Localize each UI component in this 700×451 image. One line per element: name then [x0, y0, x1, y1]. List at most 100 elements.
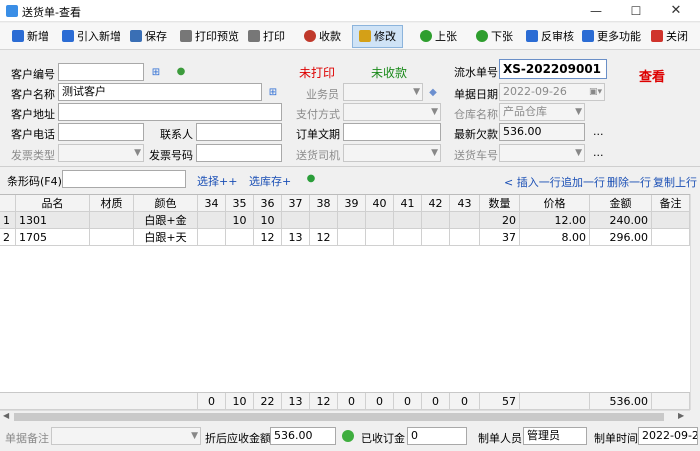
col-size37-header[interactable]: 37 [282, 195, 310, 212]
cell-size43[interactable] [450, 229, 480, 246]
received-input[interactable]: 0 [407, 427, 467, 445]
close-button[interactable]: 关闭 [651, 26, 688, 47]
warehouse-select[interactable]: 产品仓库 ▼ [499, 103, 585, 121]
col-name-header[interactable]: 品名 [16, 195, 90, 212]
customer-phone-input[interactable] [58, 123, 144, 141]
select-product-link[interactable]: 选择++ [197, 173, 237, 189]
import-add-button[interactable]: 引入新增 [62, 26, 121, 47]
cell-amount[interactable]: 240.00 [590, 212, 652, 229]
order-no-input[interactable] [343, 123, 441, 141]
col-qty-header[interactable]: 数量 [480, 195, 520, 212]
cell-size37[interactable] [282, 212, 310, 229]
col-size40-header[interactable]: 40 [366, 195, 394, 212]
customer-info-icon[interactable]: ● [175, 66, 187, 77]
cell-size38[interactable]: 12 [310, 229, 338, 246]
lookup-name-icon[interactable]: ⊞ [267, 87, 279, 98]
col-color-header[interactable]: 颜色 [134, 195, 198, 212]
cell-size38[interactable] [310, 212, 338, 229]
col-size35-header[interactable]: 35 [226, 195, 254, 212]
invoice-type-select[interactable]: ▼ [58, 144, 144, 162]
cell-size41[interactable] [394, 212, 422, 229]
cell-note[interactable] [652, 229, 690, 246]
close-window-button[interactable]: ✕ [660, 0, 692, 22]
serial-input[interactable]: XS-202209001 [499, 59, 607, 79]
copy-row-link[interactable]: 复制上行 [653, 174, 697, 190]
col-size38-header[interactable]: 38 [310, 195, 338, 212]
grid-vertical-scrollbar[interactable] [690, 194, 700, 410]
cell-size41[interactable] [394, 229, 422, 246]
print-button[interactable]: 打印 [248, 26, 285, 47]
table-row[interactable]: 1 1301 白跟+金 10 10 20 12.00 240.00 [0, 212, 690, 229]
car-more-button[interactable]: ... [593, 146, 604, 159]
lookup-customer-icon[interactable]: ⊞ [150, 67, 162, 78]
cell-size34[interactable] [198, 229, 226, 246]
cell-size39[interactable] [338, 229, 366, 246]
col-note-header[interactable]: 备注 [652, 195, 690, 212]
car-select[interactable]: ▼ [499, 144, 585, 162]
receivable-input[interactable]: 536.00 [270, 427, 336, 445]
cell-material[interactable] [90, 212, 134, 229]
minimize-button[interactable]: — [580, 0, 612, 22]
salesman-select[interactable]: ▼ [343, 83, 423, 101]
col-price-header[interactable]: 价格 [520, 195, 590, 212]
print-preview-button[interactable]: 打印预览 [180, 26, 239, 47]
cell-size37[interactable]: 13 [282, 229, 310, 246]
append-row-link[interactable]: 追加一行 [561, 174, 605, 190]
scroll-thumb[interactable] [14, 413, 664, 421]
cell-name[interactable]: 1301 [16, 212, 90, 229]
cell-note[interactable] [652, 212, 690, 229]
add-button[interactable]: 新增 [12, 26, 49, 47]
delete-row-link[interactable]: 删除一行 [607, 174, 651, 190]
col-amount-header[interactable]: 金额 [590, 195, 652, 212]
edit-button[interactable]: 修改 [352, 25, 403, 48]
cell-price[interactable]: 8.00 [520, 229, 590, 246]
col-size41-header[interactable]: 41 [394, 195, 422, 212]
col-size34-header[interactable]: 34 [198, 195, 226, 212]
col-size43-header[interactable]: 43 [450, 195, 480, 212]
col-size42-header[interactable]: 42 [422, 195, 450, 212]
debt-more-button[interactable]: ... [593, 125, 604, 138]
grid-horizontal-scrollbar[interactable]: ◀ ▶ [0, 410, 690, 422]
remark-select[interactable]: ▼ [51, 427, 201, 445]
payment-select[interactable]: ▼ [343, 103, 441, 121]
cell-color[interactable]: 白跟+金 [134, 212, 198, 229]
cell-size36[interactable]: 12 [254, 229, 282, 246]
cell-price[interactable]: 12.00 [520, 212, 590, 229]
barcode-input[interactable] [62, 170, 186, 188]
cell-size35[interactable] [226, 229, 254, 246]
cell-amount[interactable]: 296.00 [590, 229, 652, 246]
prev-record-button[interactable]: 上张 [420, 26, 457, 47]
cell-size35[interactable]: 10 [226, 212, 254, 229]
globe-icon[interactable]: ● [305, 173, 317, 184]
cell-size42[interactable] [422, 212, 450, 229]
cell-size42[interactable] [422, 229, 450, 246]
unaudit-button[interactable]: 反审核 [526, 26, 574, 47]
driver-select[interactable]: ▼ [343, 144, 441, 162]
cell-material[interactable] [90, 229, 134, 246]
customer-address-input[interactable] [58, 103, 282, 121]
scroll-left-arrow-icon[interactable]: ◀ [3, 411, 9, 420]
next-record-button[interactable]: 下张 [476, 26, 513, 47]
customer-code-input[interactable] [58, 63, 144, 81]
cell-size39[interactable] [338, 212, 366, 229]
col-size36-header[interactable]: 36 [254, 195, 282, 212]
col-material-header[interactable]: 材质 [90, 195, 134, 212]
col-size39-header[interactable]: 39 [338, 195, 366, 212]
cell-qty[interactable]: 37 [480, 229, 520, 246]
scroll-right-arrow-icon[interactable]: ▶ [678, 411, 684, 420]
date-picker[interactable]: 2022-09-26 ▣▾ [499, 83, 605, 101]
cell-size36[interactable]: 10 [254, 212, 282, 229]
select-stock-link[interactable]: 选库存+ [249, 173, 291, 189]
time-input[interactable]: 2022-09-26 [638, 427, 698, 445]
save-button[interactable]: 保存 [130, 26, 167, 47]
cell-size40[interactable] [366, 229, 394, 246]
collect-button[interactable]: 收款 [304, 26, 341, 47]
maximize-button[interactable]: ☐ [620, 0, 652, 22]
cell-name[interactable]: 1705 [16, 229, 90, 246]
maker-input[interactable]: 管理员 [523, 427, 587, 445]
cell-qty[interactable]: 20 [480, 212, 520, 229]
table-row[interactable]: 2 1705 白跟+天 12 13 12 37 8.00 296.00 [0, 229, 690, 246]
cell-size34[interactable] [198, 212, 226, 229]
insert-row-link[interactable]: < 插入一行 [504, 174, 561, 190]
cell-size43[interactable] [450, 212, 480, 229]
